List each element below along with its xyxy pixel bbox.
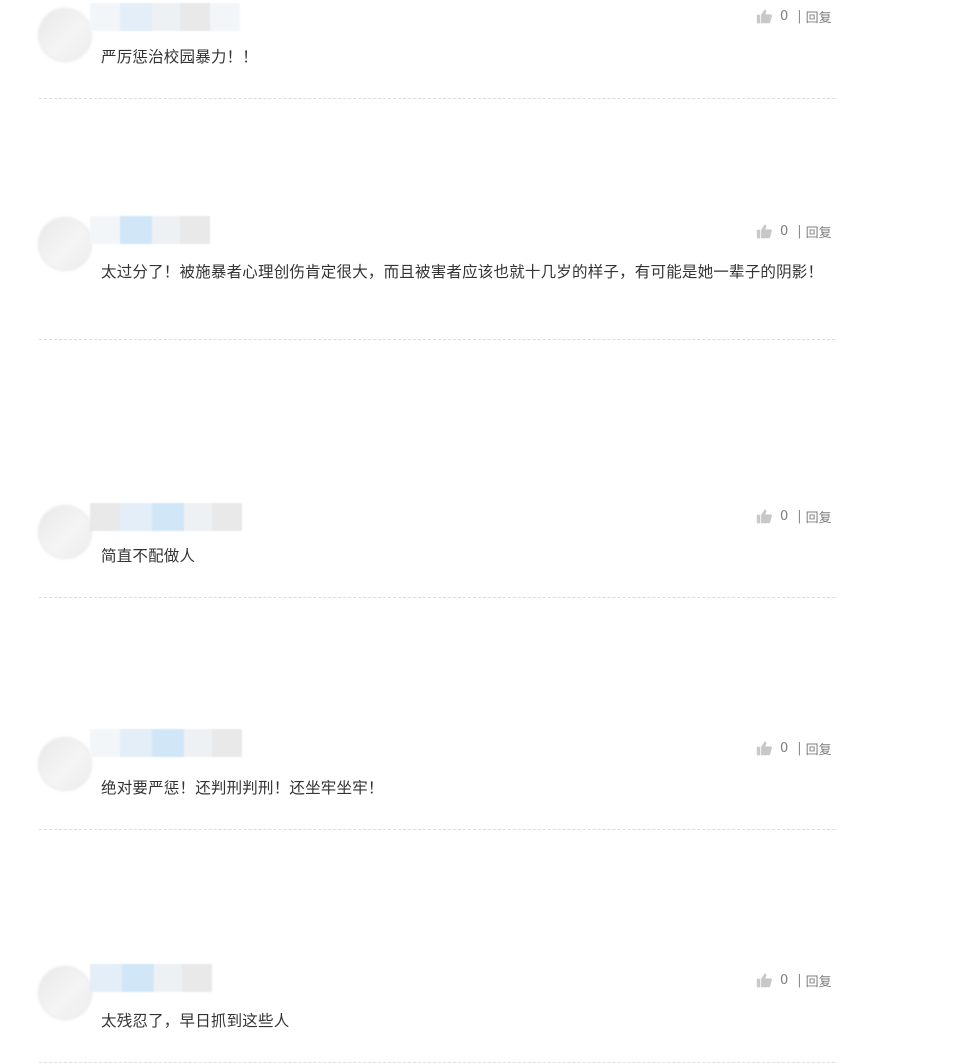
- like-count: 0: [780, 740, 789, 756]
- reply-button[interactable]: 回复: [806, 739, 832, 758]
- action-separator: |: [797, 740, 802, 756]
- thumbs-up-icon: [756, 9, 772, 23]
- like-button[interactable]: 0: [756, 972, 788, 989]
- comment-text: 太残忍了，早日抓到这些人: [101, 1012, 290, 1030]
- thumbs-up-icon: [756, 224, 772, 238]
- username-blurred[interactable]: [90, 964, 227, 992]
- comment-item: 0 | 回复 太残忍了，早日抓到这些人: [0, 473, 973, 1063]
- comment-item: 0 | 回复 严厉惩治校园暴力！！: [0, 0, 973, 99]
- thumbs-up-icon: [756, 741, 772, 755]
- username-blurred[interactable]: [90, 3, 242, 31]
- like-count: 0: [780, 8, 789, 24]
- comment-text: 绝对要严惩！还判刑判刑！还坐牢坐牢！: [101, 779, 384, 797]
- action-separator: |: [797, 223, 802, 239]
- comment-actions: 0 | 回复: [756, 738, 846, 758]
- reply-button[interactable]: 回复: [806, 971, 832, 990]
- comment-actions: 0 | 回复: [756, 6, 846, 26]
- username-blurred[interactable]: [90, 216, 227, 244]
- comment-list: 0 | 回复 严厉惩治校园暴力！！ 0 | 回复 太过分了！被施暴者心理创伤肯定…: [0, 0, 973, 1063]
- like-button[interactable]: 0: [756, 223, 788, 240]
- avatar[interactable]: [38, 8, 92, 62]
- comment-item: 0 | 回复 太过分了！被施暴者心理创伤肯定很大，而且被害者应该也就十几岁的样子…: [0, 99, 973, 340]
- avatar[interactable]: [38, 966, 92, 1020]
- like-count: 0: [780, 972, 789, 988]
- username-blurred[interactable]: [90, 729, 242, 757]
- avatar[interactable]: [38, 737, 92, 791]
- like-button[interactable]: 0: [756, 8, 788, 25]
- action-separator: |: [797, 972, 802, 988]
- comment-item: 0 | 回复 简直不配做人: [0, 241, 973, 598]
- comment-text: 严厉惩治校园暴力！！: [101, 48, 259, 66]
- thumbs-up-icon: [756, 973, 772, 987]
- comment-actions: 0 | 回复: [756, 221, 846, 241]
- reply-button[interactable]: 回复: [806, 222, 832, 241]
- comment-item: 0 | 回复 绝对要严惩！还判刑判刑！还坐牢坐牢！: [0, 357, 973, 830]
- comment-divider: [39, 829, 835, 830]
- action-separator: |: [797, 8, 802, 24]
- reply-button[interactable]: 回复: [806, 7, 832, 26]
- like-button[interactable]: 0: [756, 740, 788, 757]
- comment-divider: [39, 597, 835, 598]
- like-count: 0: [780, 223, 789, 239]
- comment-actions: 0 | 回复: [756, 970, 846, 990]
